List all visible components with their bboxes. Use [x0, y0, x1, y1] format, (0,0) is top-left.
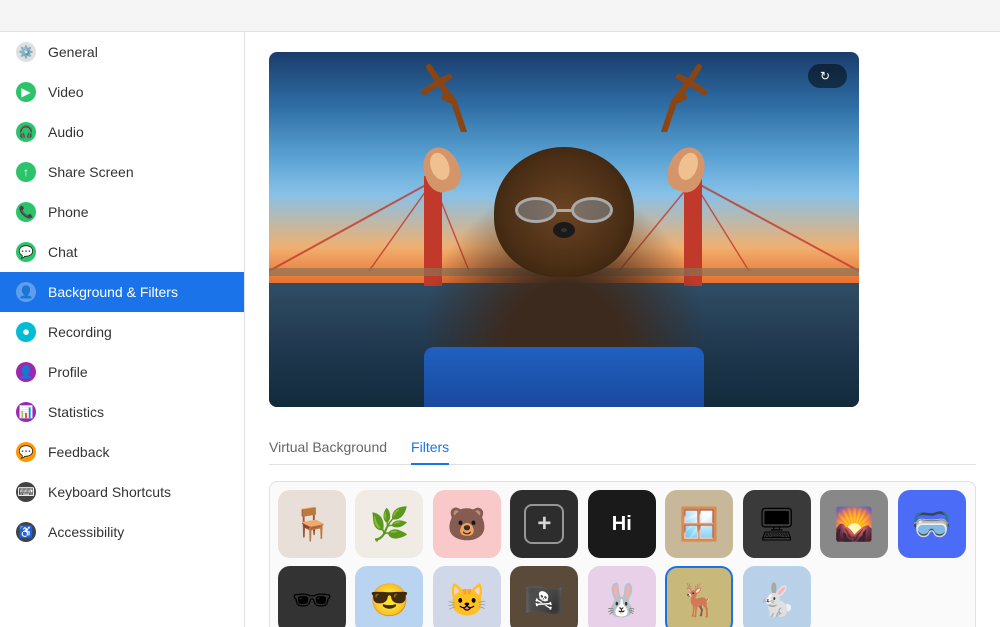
accessibility-label: Accessibility: [48, 524, 124, 540]
accessibility-icon: ♿: [16, 522, 36, 542]
phone-icon: 📞: [16, 202, 36, 222]
left-ear: [417, 142, 465, 196]
face: [494, 147, 634, 277]
antlers: [404, 62, 724, 132]
filter-room2[interactable]: 🖥: [743, 490, 811, 558]
recording-icon: ⏺: [16, 322, 36, 342]
video-icon: ▶: [16, 82, 36, 102]
background-icon: 👤: [16, 282, 36, 302]
share-screen-label: Share Screen: [48, 164, 134, 180]
shirt: [424, 347, 704, 407]
statistics-icon: 📊: [16, 402, 36, 422]
share-screen-icon: ↑: [16, 162, 36, 182]
recording-label: Recording: [48, 324, 112, 340]
filter-none[interactable]: 🪑: [278, 490, 346, 558]
sidebar-item-statistics[interactable]: 📊 Statistics: [0, 392, 244, 432]
filters-grid: 🪑🌿🐻+Hi🪟🖥🌄🥽 🕶😎😺🏴‍☠️🐰🦌🐇: [269, 481, 976, 627]
profile-icon: 👤: [16, 362, 36, 382]
rotate-button[interactable]: ↻: [808, 64, 847, 88]
sidebar-item-profile[interactable]: 👤 Profile: [0, 352, 244, 392]
tab-filters[interactable]: Filters: [411, 431, 449, 465]
video-label: Video: [48, 84, 84, 100]
right-ear: [662, 142, 710, 196]
statistics-label: Statistics: [48, 404, 104, 420]
tab-virtual-bg[interactable]: Virtual Background: [269, 431, 387, 465]
sidebar-item-recording[interactable]: ⏺ Recording: [0, 312, 244, 352]
profile-label: Profile: [48, 364, 88, 380]
filter-scene[interactable]: 🌄: [820, 490, 888, 558]
main-container: ⚙️ General ▶ Video 🎧 Audio ↑ Share Screen 📞 Phone…: [0, 32, 1000, 627]
sidebar-item-general[interactable]: ⚙️ General: [0, 32, 244, 72]
general-label: General: [48, 44, 98, 60]
sidebar-item-phone[interactable]: 📞 Phone: [0, 192, 244, 232]
filter-vr[interactable]: 🥽: [898, 490, 966, 558]
filter-room1[interactable]: 🪟: [665, 490, 733, 558]
keyboard-label: Keyboard Shortcuts: [48, 484, 171, 500]
filter-rabbit-blue[interactable]: 🐇: [743, 566, 811, 627]
glasses: [515, 196, 613, 224]
sidebar-item-video[interactable]: ▶ Video: [0, 72, 244, 112]
filter-cat[interactable]: 😺: [433, 566, 501, 627]
filter-deer[interactable]: 🦌: [665, 566, 733, 627]
general-icon: ⚙️: [16, 42, 36, 62]
video-preview: ↻: [269, 52, 859, 407]
keyboard-icon: ⌨: [16, 482, 36, 502]
feedback-label: Feedback: [48, 444, 109, 460]
sidebar-item-keyboard[interactable]: ⌨ Keyboard Shortcuts: [0, 472, 244, 512]
filter-sunglasses[interactable]: 😎: [355, 566, 423, 627]
filter-3d[interactable]: 🕶: [278, 566, 346, 627]
sidebar-item-background[interactable]: 👤 Background & Filters: [0, 272, 244, 312]
filter-pink[interactable]: 🐻: [433, 490, 501, 558]
tabs-row: Virtual Background Filters: [269, 431, 976, 465]
filter-hi[interactable]: Hi: [588, 490, 656, 558]
filter-plant[interactable]: 🌿: [355, 490, 423, 558]
phone-label: Phone: [48, 204, 88, 220]
filter-add[interactable]: +: [510, 490, 578, 558]
filter-bunny-pink[interactable]: 🐰: [588, 566, 656, 627]
filter-pirate[interactable]: 🏴‍☠️: [510, 566, 578, 627]
sidebar-item-chat[interactable]: 💬 Chat: [0, 232, 244, 272]
content-area: ↻ Virtual Background Filters 🪑🌿🐻+Hi🪟🖥🌄🥽 🕶😎…: [245, 32, 1000, 627]
chat-label: Chat: [48, 244, 78, 260]
dog-nose: [553, 222, 575, 238]
sidebar-item-audio[interactable]: 🎧 Audio: [0, 112, 244, 152]
audio-icon: 🎧: [16, 122, 36, 142]
audio-label: Audio: [48, 124, 84, 140]
title-bar: [0, 0, 1000, 32]
rotate-icon: ↻: [820, 69, 830, 83]
sidebar: ⚙️ General ▶ Video 🎧 Audio ↑ Share Screen 📞 Phone…: [0, 32, 245, 627]
feedback-icon: 💬: [16, 442, 36, 462]
sidebar-item-accessibility[interactable]: ♿ Accessibility: [0, 512, 244, 552]
sidebar-item-share-screen[interactable]: ↑ Share Screen: [0, 152, 244, 192]
background-label: Background & Filters: [48, 284, 178, 300]
sidebar-item-feedback[interactable]: 💬 Feedback: [0, 432, 244, 472]
chat-icon: 💬: [16, 242, 36, 262]
